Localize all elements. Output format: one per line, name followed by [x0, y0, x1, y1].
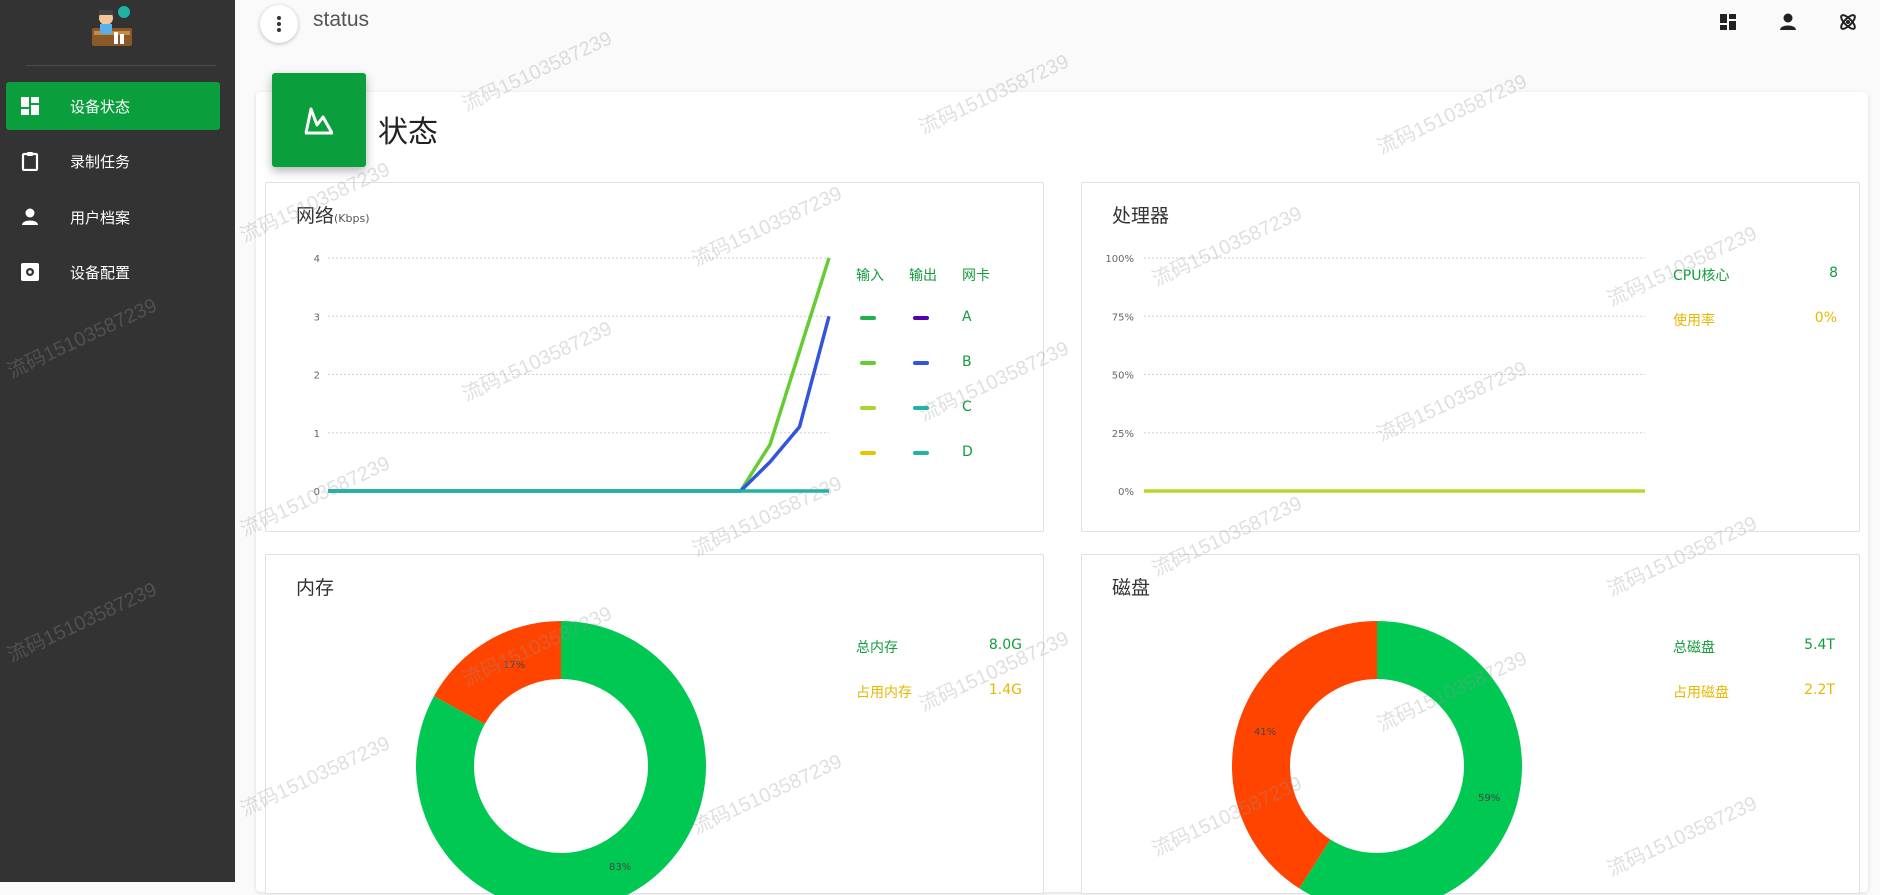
- sidebar-item-device-config[interactable]: 设备配置: [6, 248, 220, 296]
- logo-divider: [26, 65, 216, 66]
- page-title: 状态: [378, 115, 438, 150]
- sidebar-item-user-profile[interactable]: 用户档案: [6, 193, 220, 241]
- y-tick-label: 2: [314, 371, 320, 382]
- y-tick-label: 1: [314, 429, 320, 440]
- y-tick-label: 50%: [1112, 371, 1134, 382]
- person-icon: [20, 207, 40, 227]
- disk-used-label: 占用磁盘: [1673, 685, 1729, 701]
- cpu-usage-value: 0%: [1814, 310, 1837, 326]
- cpu-cores-value: 8: [1829, 265, 1838, 281]
- legend-header-output: 输出: [909, 268, 937, 284]
- memory-free-pct: 83%: [609, 862, 631, 873]
- y-tick-label: 75%: [1112, 312, 1134, 323]
- disk-panel: 磁盘 41% 59% 总磁盘 5.4T 占用磁盘 2.2T: [1081, 554, 1860, 895]
- legend-nic-d: D: [962, 444, 973, 460]
- donut-slice-占用磁盘: [1232, 621, 1377, 889]
- sidebar: 设备状态 录制任务 用户档案 设备配置: [0, 0, 235, 882]
- series-line-B: [328, 315, 831, 493]
- memory-total-value: 8.0G: [988, 637, 1022, 653]
- card-header-badge: [272, 73, 366, 167]
- y-tick-label: 25%: [1112, 429, 1134, 440]
- disk-free-pct: 59%: [1478, 793, 1500, 804]
- legend-swatch: [913, 451, 929, 455]
- memory-used-pct: 17%: [503, 660, 525, 671]
- memory-total-label: 总内存: [856, 640, 898, 656]
- y-tick-label: 0: [314, 487, 320, 498]
- sidebar-item-label: 设备状态: [70, 97, 131, 116]
- sidebar-item-label: 设备配置: [70, 263, 131, 282]
- legend-swatch: [913, 316, 929, 320]
- cpu-usage-label: 使用率: [1673, 313, 1715, 329]
- legend-swatch: [860, 361, 876, 365]
- disk-used-pct: 41%: [1254, 727, 1276, 738]
- sidebar-item-label: 录制任务: [70, 152, 131, 171]
- sidebar-item-device-status[interactable]: 设备状态: [6, 82, 220, 130]
- legend-nic-b: B: [962, 354, 972, 370]
- legend-swatch: [913, 361, 929, 365]
- memory-used-label: 占用内存: [856, 685, 912, 701]
- legend-swatch: [913, 406, 929, 410]
- dashboard-icon[interactable]: [1716, 10, 1740, 34]
- dashboard-icon: [20, 96, 40, 116]
- legend-swatch: [860, 316, 876, 320]
- clipboard-icon: [20, 151, 40, 172]
- y-tick-label: 3: [314, 312, 320, 323]
- disk-used-value: 2.2T: [1804, 682, 1835, 698]
- person-icon[interactable]: [1776, 10, 1800, 34]
- memory-panel: 内存 17% 83% 总内存 8.0G 占用内存 1.4G: [265, 554, 1044, 895]
- settings-icon[interactable]: [1836, 10, 1860, 34]
- disk-total-value: 5.4T: [1804, 637, 1835, 653]
- chart-curve-icon: [304, 107, 334, 135]
- cpu-panel: 处理器 100% 75% 50% 25% 0% CPU核心 8 使用率 0%: [1081, 182, 1860, 532]
- sidebar-item-recording-tasks[interactable]: 录制任务: [6, 137, 220, 185]
- cpu-line-chart: 100% 75% 50% 25% 0%: [1105, 254, 1645, 498]
- network-line-chart: 4 3 2 1 0: [314, 254, 831, 498]
- legend-nic-c: C: [962, 399, 972, 415]
- settings-icon: [20, 262, 40, 282]
- legend-swatch: [860, 451, 876, 455]
- sidebar-item-label: 用户档案: [70, 208, 131, 227]
- disk-total-label: 总磁盘: [1673, 640, 1715, 656]
- y-tick-label: 4: [314, 254, 320, 265]
- memory-used-value: 1.4G: [988, 682, 1022, 698]
- breadcrumb: status: [313, 8, 370, 31]
- memory-donut-chart: 17% 83%: [416, 621, 706, 895]
- disk-donut-chart: 41% 59%: [1232, 621, 1522, 895]
- cpu-cores-label: CPU核心: [1673, 268, 1730, 284]
- more-vertical-icon: [277, 16, 281, 32]
- app-logo: [88, 4, 138, 52]
- legend-header-input: 输入: [856, 268, 884, 284]
- more-menu-button[interactable]: [260, 5, 298, 43]
- network-panel: 网络(Kbps) 43210 输入 输出 网卡 A B C D: [265, 182, 1044, 532]
- donut-slice-空闲: [416, 621, 706, 895]
- legend-nic-a: A: [962, 309, 972, 325]
- legend-swatch: [860, 406, 876, 410]
- y-tick-label: 100%: [1105, 254, 1134, 265]
- legend-header-nic: 网卡: [962, 268, 990, 284]
- y-tick-label: 0%: [1118, 487, 1134, 498]
